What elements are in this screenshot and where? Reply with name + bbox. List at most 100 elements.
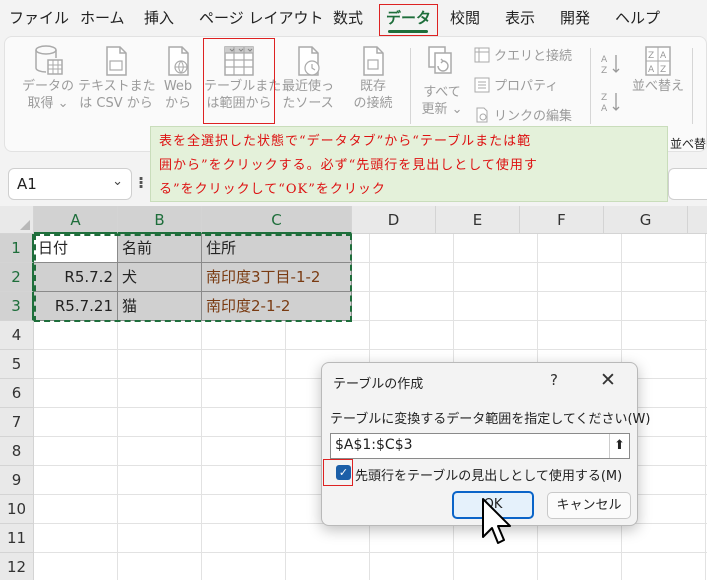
properties-icon	[474, 77, 490, 97]
formula-bar-handle[interactable]: ⁝	[138, 173, 144, 192]
excel-window: ファイル ホーム 挿入 ページ レイアウト 数式 データ 校閲 表示 開発 ヘル…	[0, 0, 707, 580]
column-header-e[interactable]: E	[436, 206, 520, 234]
from-text-csv-label-2: は CSV から	[79, 96, 153, 111]
formula-bar-input[interactable]	[668, 168, 707, 200]
queries-icon	[474, 47, 490, 67]
tab-developer[interactable]: 開発	[560, 7, 590, 28]
tab-review[interactable]: 校閲	[450, 7, 480, 28]
refresh-all-label-2: 更新 ⌄	[421, 102, 463, 117]
recent-sources-button[interactable]: 最近使っ たソース	[278, 44, 338, 112]
dialog-title: テーブルの作成	[333, 377, 424, 392]
svg-text:Z: Z	[660, 65, 666, 75]
ribbon-separator	[692, 48, 693, 124]
column-header-d[interactable]: D	[352, 206, 436, 234]
from-text-csv-button[interactable]: テキストまた は CSV から	[78, 44, 156, 112]
header-row-checkbox[interactable]: ✓	[336, 465, 351, 480]
existing-connections-button[interactable]: 既存 の接続	[346, 44, 400, 112]
sort-descending-icon: ZA	[601, 93, 620, 114]
tab-formulas[interactable]: 数式	[333, 7, 363, 28]
row-header-6[interactable]: 6	[0, 379, 34, 408]
range-prompt-label: テーブルに変換するデータ範囲を指定してください(W)	[330, 412, 651, 427]
select-all-button[interactable]	[0, 206, 34, 234]
tab-home[interactable]: ホーム	[80, 7, 125, 28]
from-text-csv-label-1: テキストまた	[78, 79, 156, 94]
row-header-12[interactable]: 12	[0, 553, 34, 580]
column-header-b[interactable]: B	[118, 206, 202, 234]
name-box[interactable]: A1 ⌄	[8, 168, 132, 200]
svg-text:Z: Z	[601, 93, 607, 103]
instruction-annotation: 表を全選択した状態で“データタブ”から“テーブルまたは範 囲から”をクリックする…	[150, 126, 668, 202]
get-data-label-1: データの	[22, 79, 75, 94]
create-table-dialog: テーブルの作成 ? ✕ テーブルに変換するデータ範囲を指定してください(W) $…	[321, 362, 650, 526]
row-header-1[interactable]: 1	[0, 234, 34, 263]
row-header-3[interactable]: 3	[0, 292, 34, 321]
text-file-icon	[106, 46, 127, 76]
from-web-button[interactable]: Web から	[158, 44, 198, 112]
row-header-5[interactable]: 5	[0, 350, 34, 379]
svg-text:Z: Z	[648, 51, 654, 61]
existing-connections-label-1: 既存	[359, 79, 386, 94]
column-header-partial	[688, 206, 707, 234]
recent-sources-label-1: 最近使っ	[281, 79, 334, 94]
tab-view[interactable]: 表示	[505, 7, 535, 28]
sort-ascending-icon: AZ	[601, 55, 620, 76]
svg-text:A: A	[648, 65, 655, 75]
tab-insert[interactable]: 挿入	[144, 7, 174, 28]
menu-bar: ファイル ホーム 挿入 ページ レイアウト 数式 データ 校閲 表示 開発 ヘル…	[0, 0, 707, 36]
column-header-f[interactable]: F	[520, 206, 604, 234]
collapse-dialog-icon[interactable]: ⬆	[609, 434, 629, 458]
sort-descending-button[interactable]: ZA	[600, 90, 622, 118]
tab-file[interactable]: ファイル	[9, 7, 69, 28]
svg-text:Z: Z	[601, 66, 607, 76]
properties-label: プロパティ	[494, 79, 559, 94]
annotation-line-1: 表を全選択した状態で“データタブ”から“テーブルまたは範	[159, 134, 532, 149]
web-page-icon	[168, 46, 189, 76]
edit-links-button[interactable]: リンクの編集	[474, 105, 572, 127]
sort-dialog-icon: Z AA Z	[645, 46, 671, 76]
tab-help[interactable]: ヘルプ	[615, 7, 660, 28]
sort-button[interactable]: ZAAZ 並べ替え	[630, 44, 686, 95]
ribbon-separator	[590, 48, 591, 124]
sort-ascending-button[interactable]: AZ	[600, 52, 622, 80]
get-data-button[interactable]: データの 取得 ⌄	[22, 44, 74, 112]
row-header-2[interactable]: 2	[0, 263, 34, 292]
recent-sources-label-2: たソース	[282, 96, 334, 111]
mouse-pointer-icon	[482, 498, 511, 544]
tab-page-layout[interactable]: ページ レイアウト	[199, 7, 323, 28]
database-icon	[35, 45, 63, 75]
refresh-icon	[428, 46, 452, 74]
edit-links-label: リンクの編集	[494, 109, 573, 124]
queries-connections-button[interactable]: クエリと接続	[474, 45, 572, 67]
range-input[interactable]: $A$1:$C$3	[330, 433, 630, 459]
column-header-a[interactable]: A	[34, 206, 118, 234]
row-header-11[interactable]: 11	[0, 524, 34, 553]
column-header-g[interactable]: G	[604, 206, 688, 234]
partial-sort-label: 並べ替	[670, 137, 707, 151]
get-data-label-2: 取得 ⌄	[27, 96, 69, 111]
sort-label: 並べ替え	[631, 79, 684, 94]
annotation-line-2: 囲から”をクリックする。必ず“先頭行を見出しとして使用す	[159, 158, 538, 173]
edit-links-icon	[474, 107, 490, 127]
svg-text:A: A	[601, 104, 608, 114]
active-tab-underline	[388, 30, 428, 33]
close-icon[interactable]: ✕	[600, 369, 616, 391]
svg-text:A: A	[660, 51, 667, 61]
row-header-4[interactable]: 4	[0, 321, 34, 350]
refresh-all-button[interactable]: すべて 更新 ⌄	[416, 44, 468, 118]
row-header-9[interactable]: 9	[0, 466, 34, 495]
row-header-7[interactable]: 7	[0, 408, 34, 437]
cancel-button[interactable]: キャンセル	[547, 492, 631, 519]
existing-connections-label-2: の接続	[353, 96, 393, 111]
from-web-label-2: から	[164, 96, 191, 111]
row-header-8[interactable]: 8	[0, 437, 34, 466]
chevron-down-icon[interactable]: ⌄	[112, 174, 123, 189]
help-icon[interactable]: ?	[550, 371, 558, 389]
header-row-checkbox-label[interactable]: 先頭行をテーブルの見出しとして使用する(M)	[355, 465, 622, 484]
from-table-range-highlight-box	[203, 38, 275, 124]
row-header-10[interactable]: 10	[0, 495, 34, 524]
connection-file-icon	[363, 46, 384, 76]
annotation-line-3: る”をクリックして“OK”をクリック	[159, 182, 386, 197]
refresh-all-label-1: すべて	[423, 85, 461, 100]
properties-button[interactable]: プロパティ	[474, 75, 558, 97]
column-header-c[interactable]: C	[202, 206, 352, 234]
